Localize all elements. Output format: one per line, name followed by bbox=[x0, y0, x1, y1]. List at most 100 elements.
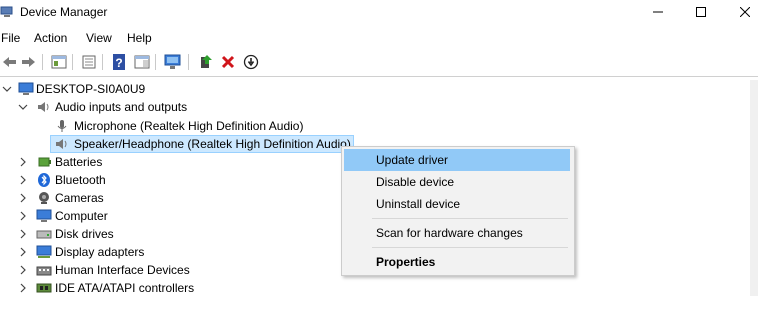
toolbar-divider bbox=[0, 76, 758, 77]
webcam-icon bbox=[39, 192, 49, 204]
monitor-icon bbox=[36, 209, 52, 222]
tree-category-audio[interactable]: Audio inputs and outputs bbox=[0, 98, 300, 116]
menu-item-label: Disable device bbox=[376, 175, 455, 189]
toolbar-separator bbox=[72, 54, 73, 70]
chevron-right-icon[interactable] bbox=[18, 225, 28, 243]
action-pane-icon bbox=[134, 55, 150, 69]
properties-toolbar-button[interactable] bbox=[79, 52, 99, 72]
tree-device-microphone[interactable]: Microphone (Realtek High Definition Audi… bbox=[0, 117, 340, 135]
context-menu: Update driver Disable device Uninstall d… bbox=[341, 146, 575, 276]
tree-category-batteries[interactable]: Batteries bbox=[0, 153, 300, 171]
bluetooth-icon bbox=[38, 173, 50, 187]
chevron-right-icon[interactable] bbox=[18, 279, 28, 297]
red-x-icon bbox=[221, 55, 235, 69]
chevron-right-icon[interactable] bbox=[18, 171, 28, 189]
forward-arrow-icon bbox=[22, 57, 35, 67]
help-icon: ? bbox=[113, 54, 125, 70]
maximize-button[interactable] bbox=[678, 0, 724, 24]
toolbar-separator bbox=[155, 54, 156, 70]
close-button[interactable] bbox=[722, 0, 758, 24]
menu-file[interactable]: File bbox=[1, 31, 20, 45]
category-label: Batteries bbox=[55, 155, 103, 169]
menu-item-label: Update driver bbox=[376, 153, 449, 167]
chevron-right-icon[interactable] bbox=[18, 261, 28, 279]
title-bar: Device Manager bbox=[0, 0, 758, 26]
window-title: Device Manager bbox=[20, 5, 108, 19]
category-label: Cameras bbox=[55, 191, 104, 205]
menu-action[interactable]: Action bbox=[34, 31, 67, 45]
forward-button[interactable] bbox=[18, 52, 38, 72]
svg-text:?: ? bbox=[115, 56, 122, 70]
menu-separator bbox=[372, 218, 568, 219]
properties-menu-item[interactable]: Properties bbox=[344, 251, 570, 273]
category-label: Human Interface Devices bbox=[55, 263, 190, 277]
menu-item-label: Properties bbox=[376, 255, 436, 269]
display-adapter-icon bbox=[36, 245, 52, 258]
tree-category-ide-ata[interactable]: IDE ATA/ATAPI controllers bbox=[0, 279, 300, 297]
chevron-down-icon[interactable] bbox=[2, 80, 12, 98]
disable-device-toolbar-button[interactable] bbox=[241, 52, 261, 72]
microphone-icon bbox=[57, 120, 67, 132]
category-label: Bluetooth bbox=[55, 173, 106, 187]
properties-sheet-icon bbox=[82, 55, 96, 69]
category-label: Disk drives bbox=[55, 227, 114, 241]
close-icon bbox=[740, 7, 750, 17]
toolbar-separator bbox=[188, 54, 189, 70]
computer-name-label: DESKTOP-SI0A0U9 bbox=[36, 82, 146, 96]
menu-item-label: Scan for hardware changes bbox=[376, 226, 523, 240]
update-driver-menu-item[interactable]: Update driver bbox=[344, 149, 570, 171]
scan-hardware-button[interactable] bbox=[163, 52, 183, 72]
tree-category-display-adapters[interactable]: Display adapters bbox=[0, 243, 300, 261]
monitor-scan-icon bbox=[164, 54, 181, 69]
toolbar-separator bbox=[42, 54, 43, 70]
chevron-right-icon[interactable] bbox=[18, 189, 28, 207]
update-driver-icon bbox=[201, 55, 212, 68]
disable-device-menu-item[interactable]: Disable device bbox=[344, 171, 570, 193]
update-driver-toolbar-button[interactable] bbox=[196, 52, 216, 72]
computer-icon bbox=[18, 82, 34, 95]
category-label: Audio inputs and outputs bbox=[55, 100, 188, 114]
tree-root-node[interactable]: DESKTOP-SI0A0U9 bbox=[0, 80, 300, 98]
device-manager-icon bbox=[0, 6, 13, 17]
menu-help[interactable]: Help bbox=[127, 31, 152, 45]
category-label: Computer bbox=[55, 209, 108, 223]
category-label: Display adapters bbox=[55, 245, 145, 259]
uninstall-device-menu-item[interactable]: Uninstall device bbox=[344, 193, 570, 215]
tree-device-speaker[interactable]: Speaker/Headphone (Realtek High Definiti… bbox=[0, 135, 356, 153]
scan-hardware-menu-item[interactable]: Scan for hardware changes bbox=[344, 222, 570, 244]
menu-bar: File Action View Help bbox=[0, 28, 758, 48]
minimize-button[interactable] bbox=[635, 0, 681, 24]
chevron-down-icon[interactable] bbox=[18, 98, 28, 116]
tree-category-cameras[interactable]: Cameras bbox=[0, 189, 300, 207]
show-hide-console-tree-button[interactable] bbox=[49, 52, 69, 72]
action-pane-button[interactable] bbox=[132, 52, 152, 72]
device-label: Microphone (Realtek High Definition Audi… bbox=[74, 119, 304, 133]
tree-category-bluetooth[interactable]: Bluetooth bbox=[0, 171, 300, 189]
vertical-scrollbar[interactable] bbox=[750, 80, 758, 296]
controller-icon bbox=[36, 283, 52, 293]
minimize-icon bbox=[653, 11, 663, 13]
tree-category-disk-drives[interactable]: Disk drives bbox=[0, 225, 300, 243]
tree-category-hid[interactable]: Human Interface Devices bbox=[0, 261, 300, 279]
device-label: Speaker/Headphone (Realtek High Definiti… bbox=[74, 137, 351, 151]
menu-item-label: Uninstall device bbox=[376, 197, 461, 211]
toolbar: ? bbox=[0, 50, 758, 74]
back-button[interactable] bbox=[0, 52, 20, 72]
category-label: IDE ATA/ATAPI controllers bbox=[55, 281, 195, 295]
disable-device-icon bbox=[243, 54, 259, 70]
tree-category-computer[interactable]: Computer bbox=[0, 207, 300, 225]
disk-drive-icon bbox=[36, 230, 52, 239]
chevron-right-icon[interactable] bbox=[18, 207, 28, 225]
menu-separator bbox=[372, 247, 568, 248]
menu-view[interactable]: View bbox=[86, 31, 112, 45]
speaker-icon bbox=[56, 139, 67, 149]
keyboard-icon bbox=[36, 266, 52, 276]
toolbar-separator bbox=[102, 54, 103, 70]
back-arrow-icon bbox=[3, 57, 16, 67]
chevron-right-icon[interactable] bbox=[18, 153, 28, 171]
help-toolbar-button[interactable]: ? bbox=[109, 52, 129, 72]
uninstall-device-toolbar-button[interactable] bbox=[218, 52, 238, 72]
console-tree-icon bbox=[51, 55, 67, 69]
battery-icon bbox=[38, 157, 51, 167]
chevron-right-icon[interactable] bbox=[18, 243, 28, 261]
